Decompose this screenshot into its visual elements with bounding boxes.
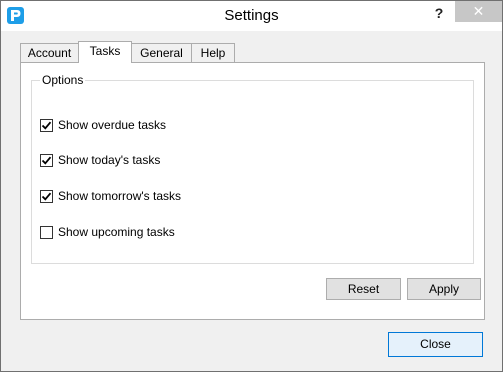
option-show-tomorrow[interactable]: Show tomorrow's tasks [40,188,181,204]
show-upcoming-label: Show upcoming tasks [58,225,175,239]
show-tomorrow-label: Show tomorrow's tasks [58,189,181,203]
close-button[interactable]: Close [388,332,483,357]
show-today-checkbox[interactable] [40,153,53,167]
tab-tasks[interactable]: Tasks [78,41,132,63]
show-overdue-label: Show overdue tasks [58,118,167,132]
tab-general[interactable]: General [131,43,192,62]
tab-account[interactable]: Account [20,43,79,62]
settings-dialog: Settings ? ✕ Account Tasks General Help … [0,0,503,372]
apply-button[interactable]: Apply [407,278,481,300]
show-tomorrow-checkbox[interactable] [40,189,53,203]
option-show-overdue[interactable]: Show overdue tasks [40,117,166,133]
reset-button[interactable]: Reset [326,278,401,300]
show-overdue-checkbox[interactable] [40,118,53,132]
title-bar: Settings ? ✕ [1,1,502,31]
help-icon[interactable]: ? [432,4,446,22]
tab-help[interactable]: Help [191,43,235,62]
options-groupbox: Options Show overdue tasks Show today's … [31,73,474,264]
close-window-button[interactable]: ✕ [455,1,502,22]
options-group-title: Options [40,73,86,87]
option-show-upcoming[interactable]: Show upcoming tasks [40,224,175,240]
tasks-tab-panel: Options Show overdue tasks Show today's … [20,62,485,320]
window-title: Settings [224,7,279,24]
show-today-label: Show today's tasks [58,153,161,167]
option-show-today[interactable]: Show today's tasks [40,152,160,168]
show-upcoming-checkbox[interactable] [40,225,53,239]
